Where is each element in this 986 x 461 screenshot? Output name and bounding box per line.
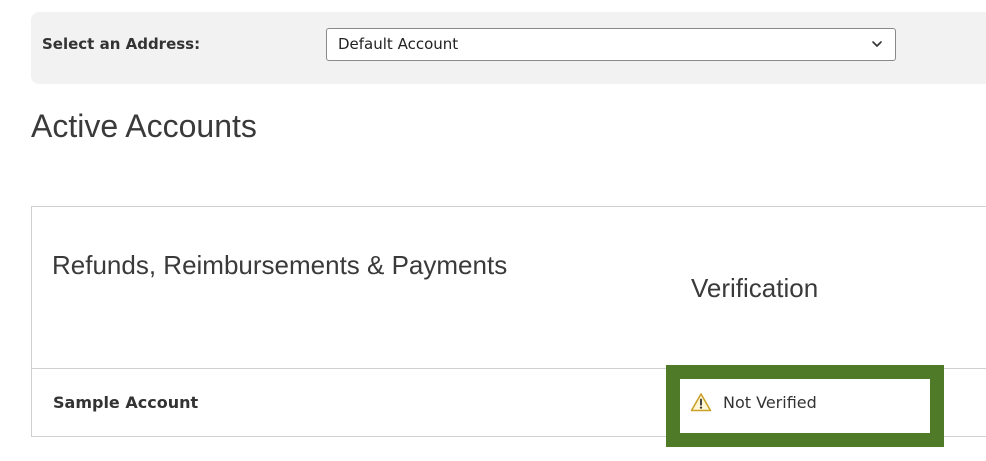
page-title: Active Accounts [31, 108, 257, 144]
column-header-refunds: Refunds, Reimbursements & Payments [52, 250, 508, 280]
highlight-box [666, 365, 944, 447]
table-left-border [31, 206, 32, 437]
address-select-value: Default Account [338, 35, 459, 53]
table-top-border [31, 206, 986, 207]
chevron-down-icon [872, 41, 882, 47]
address-select-dropdown[interactable]: Default Account [326, 28, 896, 61]
column-header-verification: Verification [691, 273, 819, 303]
account-name-cell: Sample Account [53, 393, 199, 412]
address-select-label: Select an Address: [42, 35, 201, 53]
